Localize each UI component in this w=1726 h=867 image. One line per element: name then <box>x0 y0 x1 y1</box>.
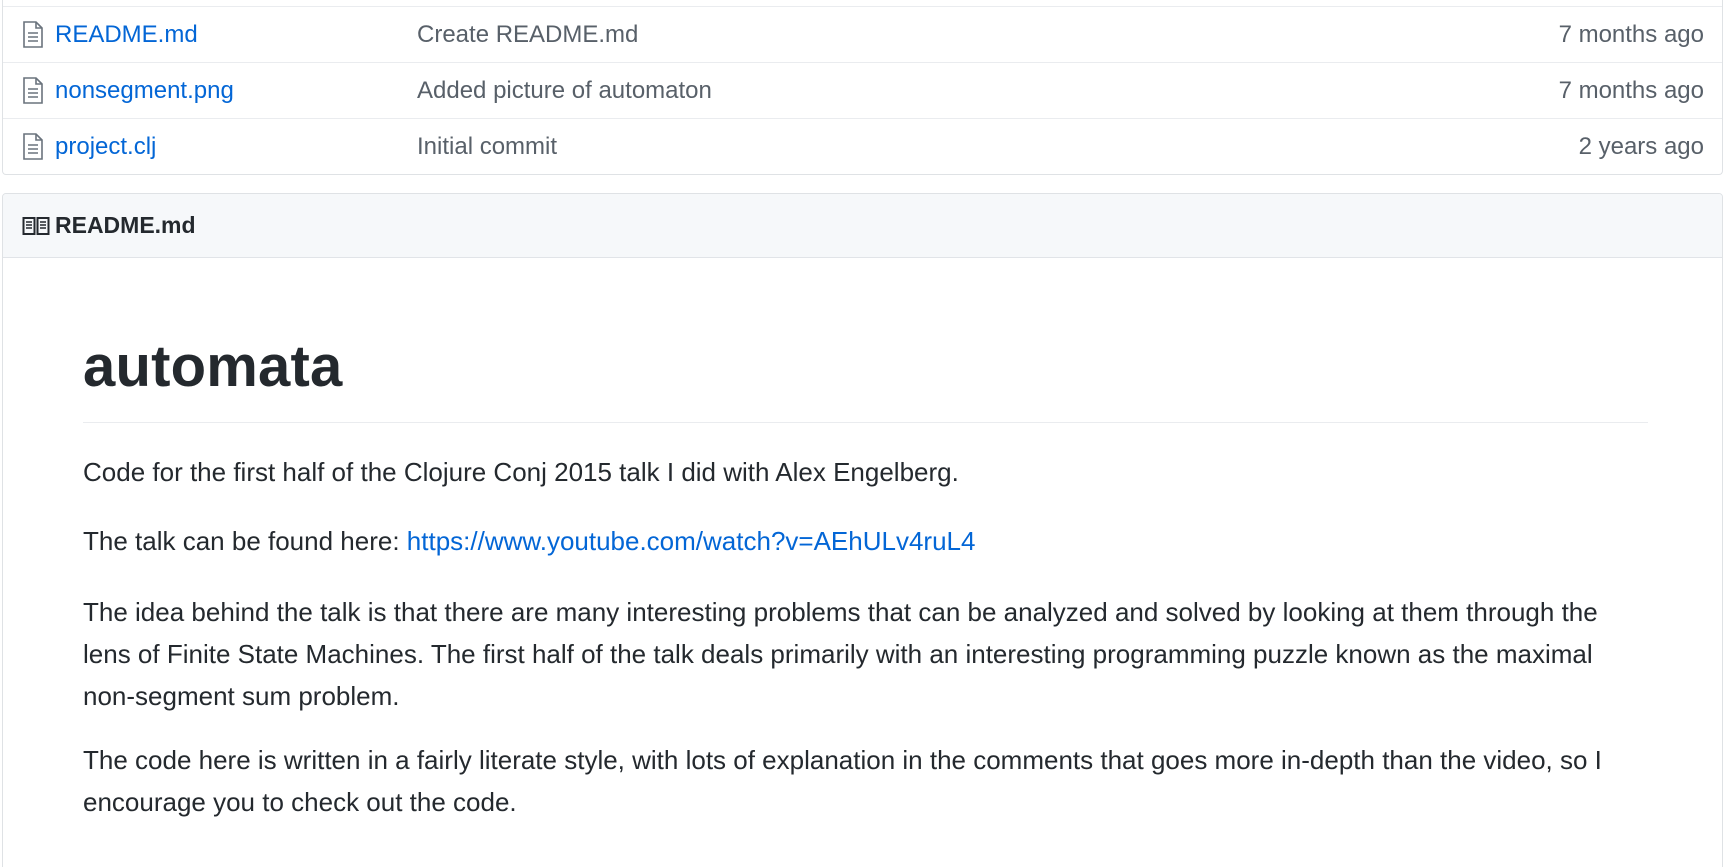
file-text-icon <box>23 21 43 48</box>
file-name-link[interactable]: project.clj <box>55 133 156 161</box>
file-text-icon <box>23 77 43 104</box>
file-list: README.md Create README.md 7 months ago … <box>2 0 1723 175</box>
commit-age: 2 years ago <box>1578 132 1704 160</box>
book-icon <box>22 216 50 235</box>
commit-age: 7 months ago <box>1558 76 1704 104</box>
readme-heading: automata <box>83 334 343 399</box>
file-row: nonsegment.png Added picture of automato… <box>3 62 1722 118</box>
readme-paragraph: The idea behind the talk is that there a… <box>83 597 1598 711</box>
readme-paragraph: Code for the first half of the Clojure C… <box>83 457 959 487</box>
paragraph-text: The talk can be found here: <box>83 526 407 556</box>
youtube-link[interactable]: https://www.youtube.com/watch?v=AEhULv4r… <box>407 526 976 556</box>
readme-panel: README.md automata Code for the first ha… <box>2 193 1723 867</box>
file-text-icon <box>23 133 43 160</box>
file-name-link[interactable]: nonsegment.png <box>55 77 234 105</box>
readme-paragraph: The code here is written in a fairly lit… <box>83 745 1602 817</box>
page: README.md Create README.md 7 months ago … <box>0 0 1726 867</box>
file-row: README.md Create README.md 7 months ago <box>3 6 1722 62</box>
readme-header: README.md <box>3 194 1722 258</box>
heading-divider <box>83 422 1648 423</box>
file-row: project.clj Initial commit 2 years ago <box>3 118 1722 174</box>
commit-age: 7 months ago <box>1558 20 1704 48</box>
file-name-link[interactable]: README.md <box>55 21 198 49</box>
readme-header-title: README.md <box>55 212 196 238</box>
readme-paragraph: The talk can be found here: https://www.… <box>83 520 1648 562</box>
commit-message-link[interactable]: Added picture of automaton <box>417 77 712 105</box>
commit-message-link[interactable]: Initial commit <box>417 133 557 161</box>
commit-message-link[interactable]: Create README.md <box>417 21 638 49</box>
